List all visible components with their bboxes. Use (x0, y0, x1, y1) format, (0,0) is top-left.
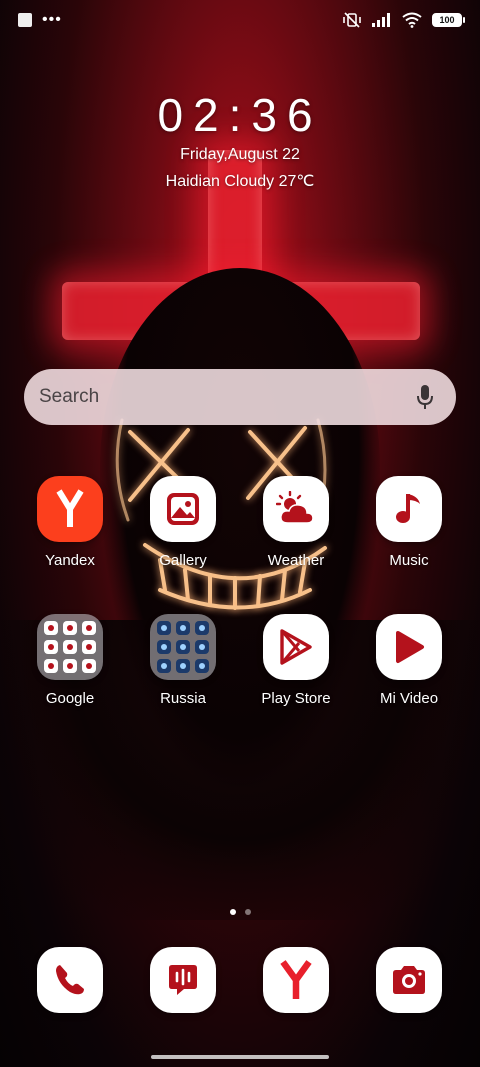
dock-phone[interactable] (37, 947, 103, 1013)
wallpaper-cross-horizontal (62, 282, 420, 340)
dock-yandex-browser[interactable] (263, 947, 329, 1013)
home-indicator[interactable] (151, 1055, 329, 1059)
app-label: Yandex (45, 552, 95, 569)
mi-video-icon[interactable] (376, 614, 442, 680)
play-store-icon[interactable] (263, 614, 329, 680)
page-indicator[interactable] (0, 909, 480, 915)
vibrate-off-icon (343, 12, 361, 28)
folder-app-icon (195, 621, 209, 635)
yandex-browser-icon[interactable] (263, 947, 329, 1013)
folder-app-icon (157, 640, 171, 654)
folder-app-icon (63, 659, 77, 673)
phone-icon[interactable] (37, 947, 103, 1013)
app-label: Mi Video (379, 690, 439, 707)
messages-icon[interactable] (150, 947, 216, 1013)
app-music[interactable]: Music (354, 476, 464, 569)
date-text[interactable]: Friday,August 22 (0, 146, 480, 164)
page-dot (244, 909, 251, 915)
app-play-store[interactable]: Play Store (241, 614, 351, 707)
folder-app-icon (63, 621, 77, 635)
search-bar[interactable]: Search (24, 369, 456, 425)
russia-folder-icon[interactable] (150, 614, 216, 680)
app-label: Google (45, 690, 95, 707)
dock-messages[interactable] (150, 947, 216, 1013)
battery-icon: 100 (432, 13, 465, 27)
folder-app-icon (63, 640, 77, 654)
app-weather[interactable]: Weather (241, 476, 351, 569)
camera-icon[interactable] (376, 947, 442, 1013)
google-folder-icon[interactable] (37, 614, 103, 680)
wifi-icon (402, 12, 422, 28)
app-gallery[interactable]: Gallery (128, 476, 238, 569)
yandex-icon[interactable] (37, 476, 103, 542)
gallery-icon[interactable] (150, 476, 216, 542)
folder-app-icon (82, 659, 96, 673)
folder-app-icon (176, 659, 190, 673)
folder-app-icon (176, 621, 190, 635)
folder-russia[interactable]: Russia (128, 614, 238, 707)
page-dot-active (229, 909, 236, 915)
app-yandex[interactable]: Yandex (15, 476, 125, 569)
signal-icon (372, 13, 390, 27)
more-dots-icon: ••• (42, 11, 62, 28)
folder-app-icon (82, 621, 96, 635)
screenshot-icon (18, 13, 32, 27)
app-label: Play Store (261, 690, 331, 707)
app-label: Music (389, 552, 429, 569)
weather-icon[interactable] (263, 476, 329, 542)
folder-app-icon (44, 640, 58, 654)
app-label: Russia (160, 690, 206, 707)
microphone-icon[interactable] (416, 384, 434, 410)
folder-app-icon (82, 640, 96, 654)
folder-app-icon (176, 640, 190, 654)
search-placeholder: Search (39, 386, 100, 407)
app-mi-video[interactable]: Mi Video (354, 614, 464, 707)
clock-time[interactable]: 02:36 (0, 88, 480, 142)
folder-app-icon (44, 621, 58, 635)
status-bar: ••• 100 (0, 0, 480, 40)
app-label: Weather (267, 552, 325, 569)
folder-google[interactable]: Google (15, 614, 125, 707)
folder-app-icon (195, 640, 209, 654)
status-left: ••• (18, 12, 62, 28)
app-label: Gallery (159, 552, 207, 569)
folder-app-icon (44, 659, 58, 673)
dock-camera[interactable] (376, 947, 442, 1013)
music-icon[interactable] (376, 476, 442, 542)
weather-text[interactable]: Haidian Cloudy 27℃ (0, 171, 480, 191)
folder-app-icon (157, 659, 171, 673)
folder-app-icon (157, 621, 171, 635)
folder-app-icon (195, 659, 209, 673)
status-right: 100 (342, 12, 465, 28)
